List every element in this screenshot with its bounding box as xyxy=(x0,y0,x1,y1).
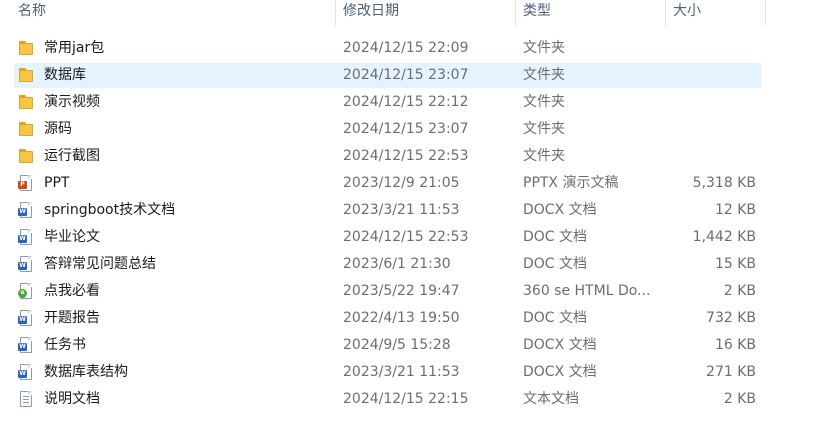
file-size: 15 KB xyxy=(714,256,756,272)
file-type: PPTX 演示文稿 xyxy=(523,175,619,191)
column-header-type[interactable]: 类型 xyxy=(523,0,551,26)
powerpoint-file-icon: P xyxy=(18,175,34,191)
file-modified-date: 2024/12/15 22:12 xyxy=(343,94,469,110)
file-name: 数据库 xyxy=(44,67,86,83)
file-row[interactable]: P PPT 2023/12/9 21:05 PPTX 演示文稿 5,318 KB xyxy=(0,170,818,197)
file-name: 点我必看 xyxy=(44,283,100,299)
file-modified-date: 2024/9/5 15:28 xyxy=(343,337,451,353)
file-type: 文件夹 xyxy=(523,121,565,137)
file-modified-date: 2024/12/15 22:15 xyxy=(343,391,469,407)
text-file-icon xyxy=(18,391,34,407)
word-file-icon: W xyxy=(18,310,34,326)
folder-icon xyxy=(18,94,34,110)
file-type: 文件夹 xyxy=(523,67,565,83)
file-name: 运行截图 xyxy=(44,148,100,164)
file-modified-date: 2024/12/15 23:07 xyxy=(343,121,469,137)
file-row[interactable]: W 开题报告 2022/4/13 19:50 DOC 文档 732 KB xyxy=(0,305,818,332)
file-row[interactable]: W 毕业论文 2024/12/15 22:53 DOC 文档 1,442 KB xyxy=(0,224,818,251)
word-file-icon: W xyxy=(18,364,34,380)
html-file-icon: e xyxy=(18,283,34,299)
word-file-icon: W xyxy=(18,256,34,272)
file-modified-date: 2023/3/21 11:53 xyxy=(343,364,460,380)
word-file-icon: W xyxy=(18,229,34,245)
file-size: 271 KB xyxy=(706,364,756,380)
file-size: 2 KB xyxy=(723,391,756,407)
folder-icon xyxy=(18,121,34,137)
file-name: springboot技术文档 xyxy=(44,202,176,218)
file-list: 常用jar包 2024/12/15 22:09 文件夹 数据库 2024/12/15 2… xyxy=(0,35,818,413)
column-header-name[interactable]: 名称 xyxy=(18,0,46,26)
file-type: DOC 文档 xyxy=(523,310,588,326)
file-name: 毕业论文 xyxy=(44,229,100,245)
file-name: 数据库表结构 xyxy=(44,364,128,380)
file-type: 360 se HTML Do... xyxy=(523,283,651,299)
file-type: DOC 文档 xyxy=(523,256,588,272)
file-modified-date: 2024/12/15 22:09 xyxy=(343,40,469,56)
file-type: DOCX 文档 xyxy=(523,202,597,218)
file-type: DOCX 文档 xyxy=(523,337,597,353)
file-row[interactable]: W 任务书 2024/9/5 15:28 DOCX 文档 16 KB xyxy=(0,332,818,359)
file-type: 文件夹 xyxy=(523,40,565,56)
file-name: 常用jar包 xyxy=(44,40,105,56)
file-modified-date: 2023/3/21 11:53 xyxy=(343,202,460,218)
folder-row[interactable]: 运行截图 2024/12/15 22:53 文件夹 xyxy=(0,143,818,170)
column-header-modified[interactable]: 修改日期 xyxy=(343,0,399,26)
file-row[interactable]: Wspringboot技术文档 2023/3/21 11:53 DOCX 文档 12 … xyxy=(0,197,818,224)
file-type: DOCX 文档 xyxy=(523,364,597,380)
folder-row[interactable]: 源码 2024/12/15 23:07 文件夹 xyxy=(0,116,818,143)
file-type: 文件夹 xyxy=(523,94,565,110)
column-divider[interactable] xyxy=(665,0,666,26)
file-name: 源码 xyxy=(44,121,72,137)
file-name: 任务书 xyxy=(44,337,86,353)
file-modified-date: 2024/12/15 22:53 xyxy=(343,229,469,245)
file-row[interactable]: W 数据库表结构 2023/3/21 11:53 DOCX 文档 271 KB xyxy=(0,359,818,386)
folder-icon xyxy=(18,148,34,164)
word-file-icon: W xyxy=(18,337,34,353)
folder-icon xyxy=(18,40,34,56)
folder-row[interactable]: 演示视频 2024/12/15 22:12 文件夹 xyxy=(0,89,818,116)
folder-row[interactable]: 数据库 2024/12/15 23:07 文件夹 xyxy=(0,62,818,89)
folder-row[interactable]: 常用jar包 2024/12/15 22:09 文件夹 xyxy=(0,35,818,62)
file-modified-date: 2024/12/15 22:53 xyxy=(343,148,469,164)
file-size: 12 KB xyxy=(714,202,756,218)
word-file-icon: W xyxy=(18,202,34,218)
file-modified-date: 2023/6/1 21:30 xyxy=(343,256,451,272)
file-size: 2 KB xyxy=(723,283,756,299)
file-name: 开题报告 xyxy=(44,310,100,326)
file-modified-date: 2023/5/22 19:47 xyxy=(343,283,460,299)
column-divider[interactable] xyxy=(765,0,766,26)
file-name: PPT xyxy=(44,175,70,191)
file-type: 文本文档 xyxy=(523,391,579,407)
file-name: 答辩常见问题总结 xyxy=(44,256,156,272)
file-modified-date: 2022/4/13 19:50 xyxy=(343,310,460,326)
file-name: 演示视频 xyxy=(44,94,100,110)
file-modified-date: 2024/12/15 23:07 xyxy=(343,67,469,83)
column-header-bar: 名称 修改日期 类型 大小 xyxy=(0,0,818,26)
file-size: 732 KB xyxy=(706,310,756,326)
file-type: DOC 文档 xyxy=(523,229,588,245)
file-size: 16 KB xyxy=(714,337,756,353)
file-row[interactable]: W 答辩常见问题总结 2023/6/1 21:30 DOC 文档 15 KB xyxy=(0,251,818,278)
file-name: 说明文档 xyxy=(44,391,100,407)
file-modified-date: 2023/12/9 21:05 xyxy=(343,175,460,191)
file-size: 5,318 KB xyxy=(692,175,756,191)
file-type: 文件夹 xyxy=(523,148,565,164)
column-divider[interactable] xyxy=(515,0,516,26)
file-row[interactable]: 说明文档 2024/12/15 22:15 文本文档 2 KB xyxy=(0,386,818,413)
file-size: 1,442 KB xyxy=(692,229,756,245)
column-header-size[interactable]: 大小 xyxy=(673,0,701,26)
folder-icon xyxy=(18,67,34,83)
column-divider[interactable] xyxy=(335,0,336,26)
file-row[interactable]: e 点我必看 2023/5/22 19:47 360 se HTML Do... 2 K… xyxy=(0,278,818,305)
